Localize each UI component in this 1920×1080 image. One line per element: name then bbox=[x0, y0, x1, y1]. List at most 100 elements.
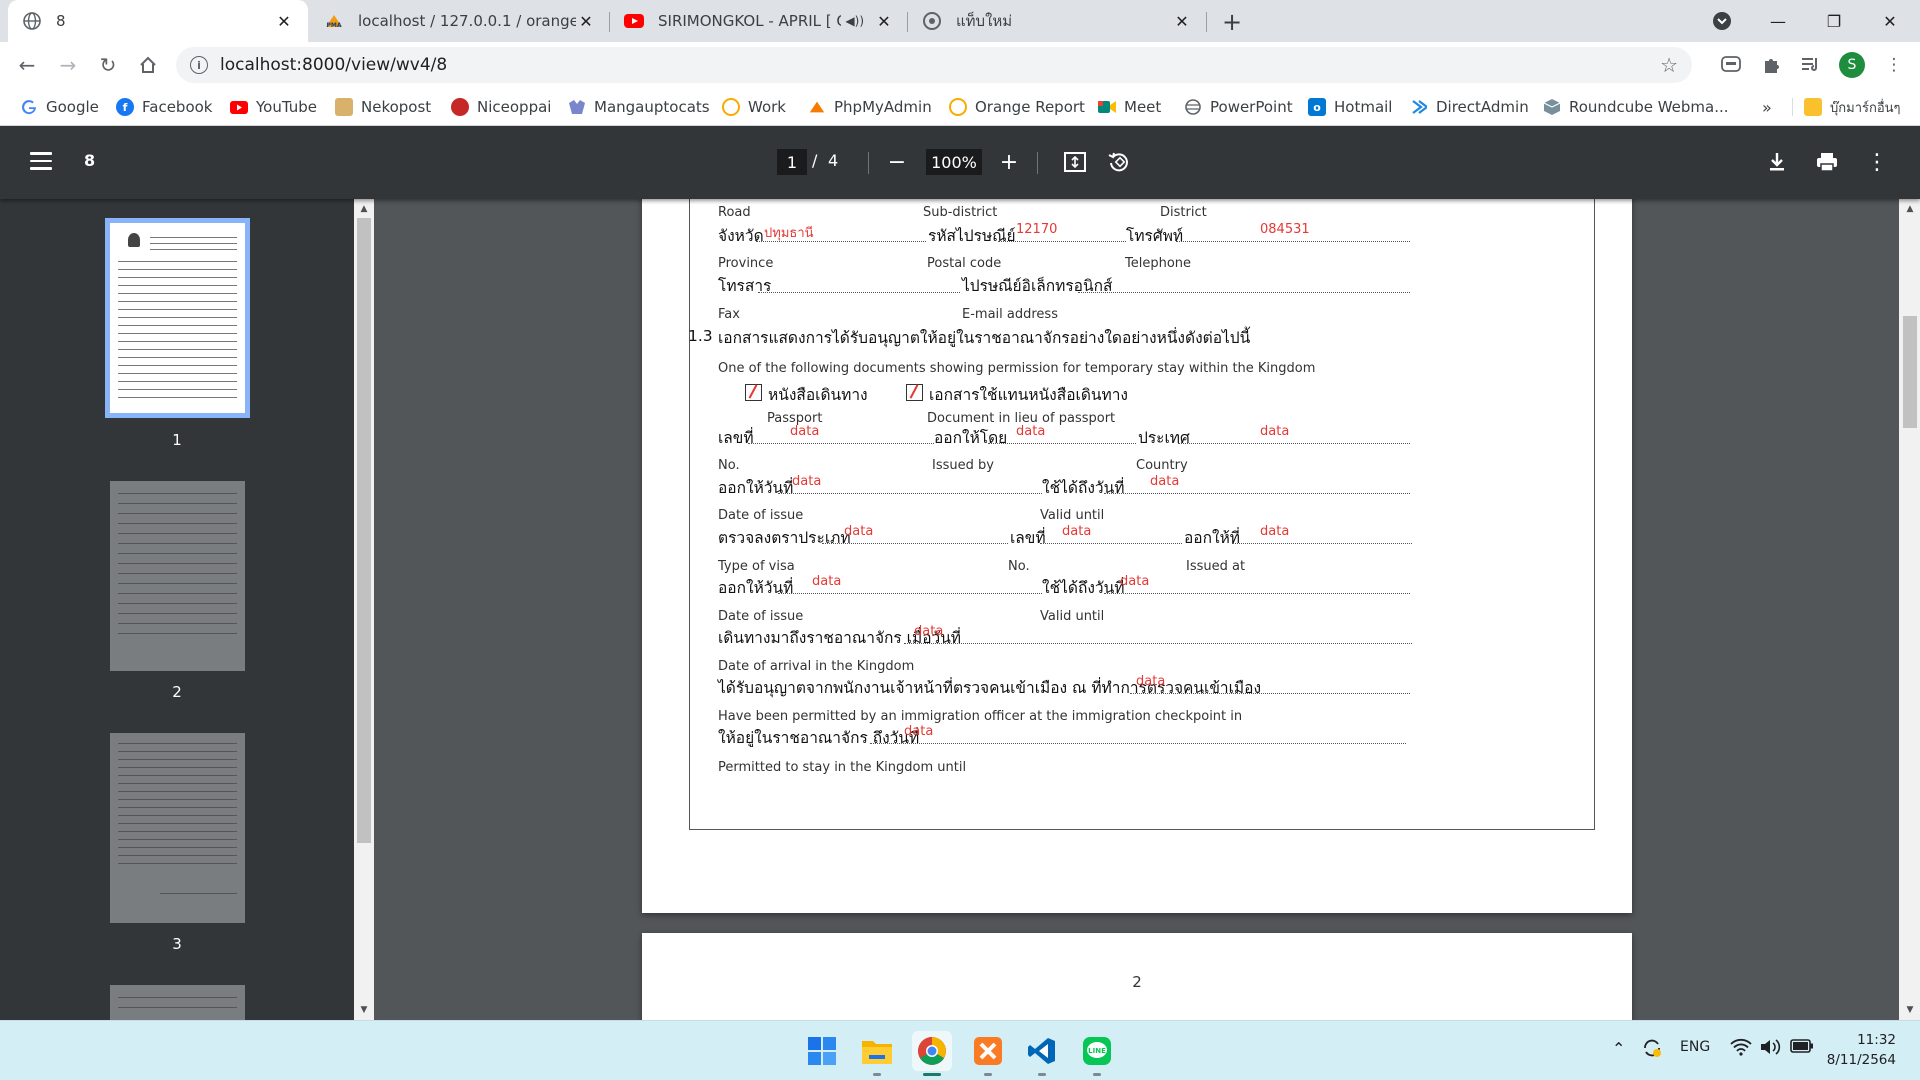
sync-status-icon[interactable] bbox=[1641, 1037, 1663, 1063]
scroll-down-arrow-icon[interactable]: ▼ bbox=[354, 1002, 374, 1018]
scroll-down-arrow-icon[interactable]: ▼ bbox=[1900, 1002, 1920, 1018]
bookmark-orange-report[interactable]: Orange Report bbox=[949, 96, 1085, 118]
start-button[interactable] bbox=[802, 1031, 842, 1071]
label-issued-at-th: ออกให้ที่ bbox=[1184, 529, 1241, 547]
bookmark-work[interactable]: Work bbox=[722, 96, 786, 118]
close-icon[interactable]: ✕ bbox=[576, 11, 596, 31]
bookmark-star-icon[interactable]: ☆ bbox=[1660, 53, 1678, 77]
reading-list-icon[interactable] bbox=[1798, 52, 1824, 78]
rotate-button[interactable] bbox=[1104, 147, 1134, 177]
tray-overflow-chevron-icon[interactable]: ⌃ bbox=[1612, 1039, 1625, 1058]
checkbox-passport[interactable] bbox=[745, 384, 762, 401]
close-icon[interactable]: ✕ bbox=[874, 11, 894, 31]
bookmark-label: Nekopost bbox=[361, 98, 432, 116]
print-button[interactable] bbox=[1812, 147, 1842, 177]
folder-icon bbox=[1804, 98, 1822, 116]
sidebar-toggle-menu-icon[interactable] bbox=[30, 152, 52, 170]
zoom-out-button[interactable]: − bbox=[882, 147, 912, 177]
bookmarks-overflow-button[interactable]: » bbox=[1762, 96, 1772, 118]
xampp-button[interactable] bbox=[968, 1031, 1008, 1071]
bookmark-meet[interactable]: Meet bbox=[1098, 96, 1161, 118]
bookmark-google[interactable]: Google bbox=[20, 96, 99, 118]
bookmark-powerpoint[interactable]: PowerPoint bbox=[1184, 96, 1293, 118]
scroll-up-arrow-icon[interactable]: ▲ bbox=[1900, 201, 1920, 217]
field-line bbox=[988, 443, 1136, 444]
reload-button[interactable]: ↻ bbox=[93, 50, 123, 80]
address-bar[interactable]: i localhost:8000/view/wv4/8 ☆ bbox=[176, 47, 1692, 83]
thumbnail-page-1[interactable] bbox=[105, 218, 250, 418]
label-visa-type-en: Type of visa bbox=[718, 559, 795, 574]
label-postal-th: รหัสไปรษณีย์ bbox=[928, 227, 1016, 245]
url-text: localhost:8000/view/wv4/8 bbox=[220, 55, 448, 75]
fit-to-page-button[interactable] bbox=[1060, 147, 1090, 177]
minimize-button[interactable]: — bbox=[1750, 0, 1806, 42]
new-tab-button[interactable]: + bbox=[1218, 8, 1246, 36]
label-issued-at-en: Issued at bbox=[1186, 559, 1246, 574]
document-scrollbar-thumb[interactable] bbox=[1903, 316, 1917, 428]
forward-button[interactable]: → bbox=[53, 50, 83, 80]
phpmyadmin-icon bbox=[808, 98, 826, 116]
bookmark-other-folder[interactable]: บุ๊กมาร์กอื่นๆ bbox=[1804, 96, 1901, 118]
label-visa-type-th: ตรวจลงตราประเภท bbox=[718, 529, 851, 547]
scroll-up-arrow-icon[interactable]: ▲ bbox=[354, 201, 374, 217]
thumbnail-page-2[interactable] bbox=[110, 481, 245, 671]
restore-button[interactable]: ❐ bbox=[1806, 0, 1862, 42]
more-actions-icon[interactable]: ⋮ bbox=[1862, 147, 1892, 177]
tab-youtube[interactable]: SIRIMONGKOL - APRIL [ OFF ◀)) ✕ bbox=[610, 0, 908, 42]
line-app-button[interactable]: LINE bbox=[1077, 1031, 1117, 1071]
value-arrival-date: data bbox=[914, 624, 944, 639]
bookmark-hotmail[interactable]: o Hotmail bbox=[1308, 96, 1392, 118]
zoom-input[interactable]: 100% bbox=[926, 149, 982, 175]
speaker-icon[interactable]: ◀)) bbox=[845, 14, 864, 28]
sidebar-scrollbar-thumb[interactable] bbox=[357, 218, 371, 843]
checkbox-lieu-passport[interactable] bbox=[906, 384, 923, 401]
tab-search-button[interactable] bbox=[1694, 0, 1750, 42]
download-button[interactable] bbox=[1762, 147, 1792, 177]
volume-icon[interactable] bbox=[1760, 1038, 1782, 1060]
directadmin-icon bbox=[1410, 98, 1428, 116]
bookmark-roundcube[interactable]: Roundcube Webma... bbox=[1543, 96, 1729, 118]
site-info-icon[interactable]: i bbox=[190, 56, 208, 74]
back-button[interactable]: ← bbox=[12, 50, 42, 80]
value-visa-date-issue: data bbox=[812, 574, 842, 589]
value-valid-until: data bbox=[1150, 474, 1180, 489]
bookmark-phpmyadmin[interactable]: PhpMyAdmin bbox=[808, 96, 932, 118]
label-province-en: Province bbox=[718, 256, 774, 271]
page-number-input[interactable]: 1 bbox=[777, 149, 807, 175]
value-province: ปทุมธานี bbox=[764, 226, 814, 241]
vscode-button[interactable] bbox=[1022, 1031, 1062, 1071]
windows-logo-icon bbox=[808, 1037, 836, 1065]
bookmark-directadmin[interactable]: DirectAdmin bbox=[1410, 96, 1529, 118]
extensions-puzzle-icon[interactable] bbox=[1758, 52, 1784, 78]
youtube-icon bbox=[230, 98, 248, 116]
thumbnail-page-3[interactable] bbox=[110, 733, 245, 923]
tab-phpmyadmin[interactable]: PMA localhost / 127.0.0.1 / orange_nsl ✕ bbox=[310, 0, 610, 42]
wifi-icon[interactable] bbox=[1730, 1038, 1752, 1060]
chrome-menu-icon[interactable]: ⋮ bbox=[1881, 52, 1907, 78]
section-title-th: เอกสารแสดงการได้รับอนุญาตให้อยู่ในราชอาณ… bbox=[718, 329, 1251, 347]
battery-icon[interactable] bbox=[1790, 1038, 1814, 1058]
close-icon[interactable]: ✕ bbox=[1172, 11, 1192, 31]
bookmark-facebook[interactable]: f Facebook bbox=[116, 96, 212, 118]
label-fax-th: โทรสาร bbox=[718, 277, 772, 295]
input-language[interactable]: ENG bbox=[1680, 1039, 1710, 1055]
tab-current[interactable]: 8 ✕ bbox=[8, 0, 308, 42]
bookmark-mangauptocats[interactable]: Mangauptocats bbox=[568, 96, 710, 118]
line-extension-icon[interactable] bbox=[1718, 52, 1744, 78]
system-clock[interactable]: 11:32 8/11/2564 bbox=[1818, 1030, 1896, 1070]
label-date-issue-en: Date of issue bbox=[718, 508, 804, 523]
home-button[interactable] bbox=[133, 50, 163, 80]
file-explorer-button[interactable] bbox=[857, 1031, 897, 1071]
chrome-taskbar-button[interactable] bbox=[912, 1031, 952, 1071]
field-line bbox=[778, 593, 1042, 594]
bookmark-nekopost[interactable]: Nekopost bbox=[335, 96, 431, 118]
close-window-button[interactable]: ✕ bbox=[1862, 0, 1918, 42]
tab-newtab[interactable]: แท็บใหม่ ✕ bbox=[908, 0, 1206, 42]
bookmark-niceoppai[interactable]: Niceoppai bbox=[451, 96, 551, 118]
bookmark-youtube[interactable]: YouTube bbox=[230, 96, 317, 118]
profile-avatar[interactable]: S bbox=[1839, 52, 1865, 78]
zoom-in-button[interactable]: + bbox=[994, 147, 1024, 177]
close-icon[interactable]: ✕ bbox=[274, 11, 294, 31]
field-line bbox=[758, 292, 960, 293]
pdf-page-2: 2 bbox=[642, 933, 1632, 1020]
